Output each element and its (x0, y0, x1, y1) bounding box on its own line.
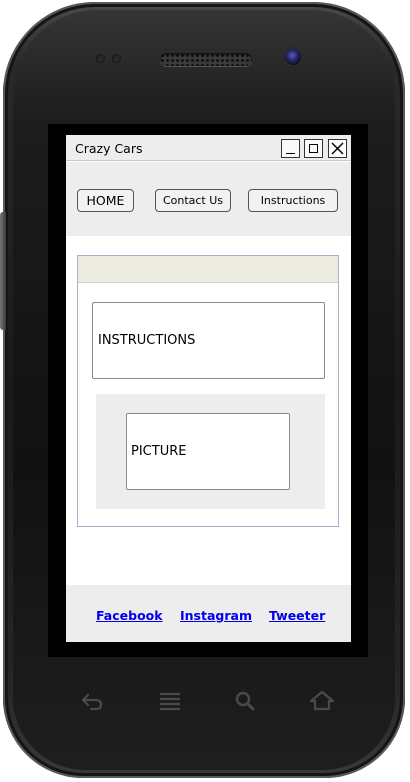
home-button[interactable]: HOME (77, 189, 134, 212)
title-bar: Crazy Cars (66, 135, 351, 161)
front-camera-icon (285, 49, 301, 65)
picture-area: PICTURE (96, 394, 325, 509)
window-title: Crazy Cars (75, 141, 143, 156)
minimize-icon[interactable] (281, 139, 300, 158)
footer: Facebook Instagram Tweeter (66, 585, 351, 642)
volume-button[interactable] (0, 212, 6, 330)
tweeter-link[interactable]: Tweeter (269, 608, 325, 623)
home-icon[interactable] (308, 688, 336, 714)
panel-header (78, 256, 338, 283)
nav-bar: HOME Contact Us Instructions (66, 162, 351, 236)
menu-lines-glyph (160, 692, 180, 711)
proximity-sensor (96, 54, 105, 63)
close-icon[interactable] (328, 139, 347, 158)
earpiece-speaker (160, 53, 252, 66)
back-icon[interactable] (78, 688, 106, 714)
instructions-button[interactable]: Instructions (248, 189, 338, 212)
house-glyph (309, 690, 335, 711)
app-window: Crazy Cars HOME Contact Us Instructions … (66, 135, 351, 642)
light-sensor (112, 54, 121, 63)
picture-placeholder: PICTURE (126, 413, 290, 490)
search-icon[interactable] (231, 688, 259, 714)
back-arrow-glyph (81, 693, 103, 711)
instructions-label: INSTRUCTIONS (98, 333, 196, 348)
magnifier-glyph (235, 691, 255, 711)
close-x-glyph (331, 142, 344, 155)
instructions-box: INSTRUCTIONS (92, 302, 325, 379)
content-panel: INSTRUCTIONS PICTURE (77, 255, 339, 527)
facebook-link[interactable]: Facebook (96, 608, 163, 623)
contact-us-button[interactable]: Contact Us (155, 189, 231, 212)
menu-icon[interactable] (156, 688, 184, 714)
picture-label: PICTURE (131, 444, 187, 459)
maximize-icon[interactable] (304, 139, 323, 158)
instagram-link[interactable]: Instagram (180, 608, 252, 623)
